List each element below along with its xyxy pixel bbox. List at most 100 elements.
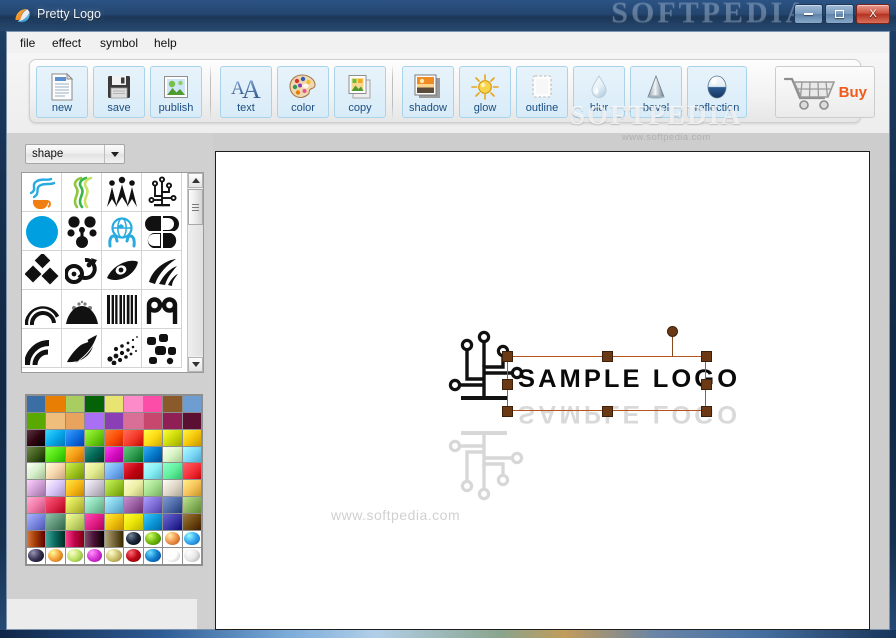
close-button[interactable]: X	[856, 4, 890, 24]
color-swatch[interactable]	[143, 396, 163, 412]
color-swatch[interactable]	[124, 446, 143, 463]
color-swatch[interactable]	[124, 429, 143, 446]
color-swatch[interactable]	[85, 446, 104, 463]
color-swatch[interactable]	[27, 530, 46, 547]
shape-item-halftone-diagonal[interactable]	[102, 329, 142, 368]
menu-item-symbol[interactable]: symbol	[95, 35, 143, 51]
shape-scrollbar[interactable]	[187, 173, 203, 372]
color-swatch[interactable]	[46, 480, 65, 497]
color-swatch[interactable]	[27, 463, 46, 480]
category-select[interactable]: shape	[25, 144, 125, 164]
color-swatch[interactable]	[163, 497, 182, 514]
tool-save[interactable]: save	[93, 66, 145, 118]
color-swatch[interactable]	[46, 396, 65, 412]
color-swatch[interactable]	[85, 547, 104, 564]
color-swatch[interactable]	[182, 480, 201, 497]
color-swatch[interactable]	[143, 497, 163, 514]
color-swatch[interactable]	[182, 547, 201, 564]
color-swatch[interactable]	[124, 396, 143, 412]
color-swatch[interactable]	[182, 446, 201, 463]
shape-item-quarter-arcs[interactable]	[22, 329, 62, 368]
color-swatch[interactable]	[104, 412, 124, 429]
color-swatch[interactable]	[104, 429, 124, 446]
resize-handle-ne[interactable]	[701, 351, 712, 362]
shape-item-gear-loops[interactable]	[62, 251, 102, 290]
scroll-up-arrow-icon[interactable]	[188, 173, 203, 188]
shape-item-three-diamonds[interactable]	[22, 251, 62, 290]
color-swatch[interactable]	[124, 514, 143, 530]
color-swatch[interactable]	[143, 480, 163, 497]
shape-item-arc-rainbow[interactable]	[22, 290, 62, 329]
color-swatch[interactable]	[104, 530, 124, 547]
color-swatch[interactable]	[143, 463, 163, 480]
color-swatch[interactable]	[104, 514, 124, 530]
tool-blur[interactable]: blur	[573, 66, 625, 118]
shape-scrollbar-track[interactable]	[188, 225, 203, 356]
color-swatch[interactable]	[182, 463, 201, 480]
color-swatch[interactable]	[104, 446, 124, 463]
color-swatch[interactable]	[65, 497, 85, 514]
color-swatch[interactable]	[65, 547, 85, 564]
color-swatch[interactable]	[27, 514, 46, 530]
color-swatch[interactable]	[85, 530, 104, 547]
shape-item-four-petal-blocks[interactable]	[142, 212, 182, 251]
resize-handle-sw[interactable]	[502, 406, 513, 417]
color-swatch[interactable]	[85, 412, 104, 429]
color-swatch[interactable]	[46, 530, 65, 547]
color-swatch[interactable]	[143, 446, 163, 463]
shape-item-bird-wave[interactable]	[62, 329, 102, 368]
chevron-down-icon[interactable]	[104, 145, 124, 163]
color-swatch[interactable]	[163, 429, 182, 446]
shape-scrollbar-thumb[interactable]	[188, 189, 203, 225]
shape-item-circuit-tree[interactable]	[142, 173, 182, 212]
shape-item-block-dots[interactable]	[142, 329, 182, 368]
color-swatch[interactable]	[182, 396, 201, 412]
color-swatch[interactable]	[65, 480, 85, 497]
color-swatch[interactable]	[27, 429, 46, 446]
color-swatch[interactable]	[85, 463, 104, 480]
shape-item-feather-spray[interactable]	[142, 251, 182, 290]
color-swatch[interactable]	[182, 514, 201, 530]
color-swatch[interactable]	[104, 480, 124, 497]
color-swatch[interactable]	[182, 429, 201, 446]
color-swatch[interactable]	[163, 412, 182, 429]
tool-outline[interactable]: outline	[516, 66, 568, 118]
shape-item-molecule-cluster[interactable]	[62, 212, 102, 251]
color-swatch[interactable]	[163, 463, 182, 480]
color-swatch[interactable]	[143, 530, 163, 547]
color-swatch[interactable]	[143, 412, 163, 429]
resize-handle-se[interactable]	[701, 406, 712, 417]
color-swatch[interactable]	[143, 429, 163, 446]
color-swatch[interactable]	[46, 429, 65, 446]
color-swatch[interactable]	[163, 547, 182, 564]
color-swatch[interactable]	[65, 530, 85, 547]
menu-item-effect[interactable]: effect	[47, 35, 86, 51]
color-swatch[interactable]	[163, 514, 182, 530]
menu-item-help[interactable]: help	[149, 35, 182, 51]
color-swatch[interactable]	[143, 547, 163, 564]
resize-handle-e[interactable]	[701, 379, 712, 390]
color-swatch[interactable]	[182, 497, 201, 514]
logo-object[interactable]: SAMPLE LOGO SAMPLE LOGO	[441, 326, 740, 501]
color-swatch[interactable]	[182, 530, 201, 547]
color-swatch[interactable]	[163, 530, 182, 547]
color-swatch[interactable]	[85, 497, 104, 514]
shape-item-green-flame-swirl[interactable]	[62, 173, 102, 212]
color-swatch[interactable]	[27, 446, 46, 463]
shape-item-eye-leaf[interactable]	[102, 251, 142, 290]
resize-handle-s[interactable]	[602, 406, 613, 417]
color-swatch[interactable]	[27, 497, 46, 514]
color-swatch[interactable]	[124, 412, 143, 429]
design-canvas[interactable]: www.softpedia.com SAMPLE LOGO SAMPLE LOG…	[215, 151, 870, 630]
color-swatch[interactable]	[85, 396, 104, 412]
color-swatch[interactable]	[104, 463, 124, 480]
rotate-handle[interactable]	[667, 326, 678, 337]
color-swatch[interactable]	[65, 463, 85, 480]
color-swatch[interactable]	[65, 429, 85, 446]
color-swatch[interactable]	[46, 446, 65, 463]
color-swatch[interactable]	[85, 429, 104, 446]
color-swatch[interactable]	[163, 480, 182, 497]
tool-text[interactable]: A A text	[220, 66, 272, 118]
color-swatch[interactable]	[85, 480, 104, 497]
color-swatch[interactable]	[46, 412, 65, 429]
